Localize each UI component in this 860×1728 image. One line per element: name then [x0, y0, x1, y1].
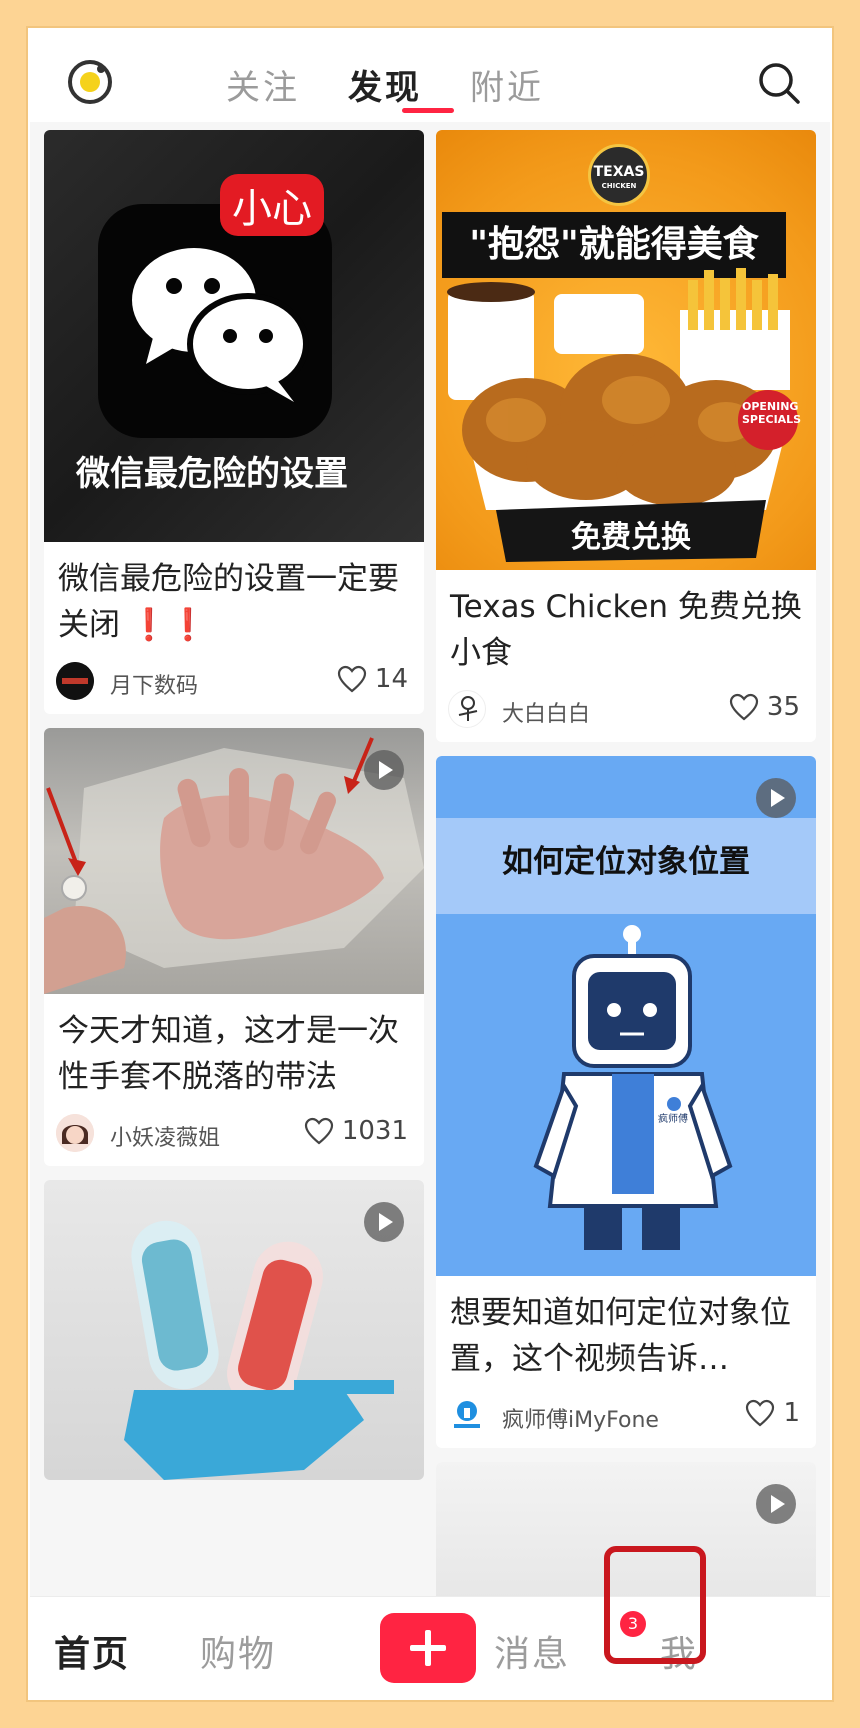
note-card[interactable]: 今天才知道，这才是一次性手套不脱落的带法 小妖凌薇姐 1031	[44, 728, 424, 1166]
note-footer: 疯师傅iMyFone 1	[436, 1382, 816, 1448]
author-name[interactable]: 大白白白	[502, 696, 590, 728]
note-title[interactable]: Texas Chicken 免费兑换小食	[436, 570, 816, 676]
note-cover-image[interactable]	[44, 1180, 424, 1480]
note-card[interactable]: 如何定位对象位置 疯师傅 想要知道如何定位对象位置，这个视频告诉… 疯师傅iMy…	[436, 756, 816, 1448]
warning-tag: 小心	[220, 174, 324, 236]
highlight-box	[604, 1546, 706, 1664]
avatar[interactable]	[448, 1396, 486, 1434]
phone-screen: 关注 发现 附近 小心 微信最危险的设置 微信最危险的设置一定要关闭 ❗❗ 月下…	[28, 28, 832, 1700]
video-play-icon	[364, 1202, 404, 1242]
like-count[interactable]: 1031	[304, 1116, 408, 1146]
avatar[interactable]	[56, 1114, 94, 1152]
note-title[interactable]: 今天才知道，这才是一次性手套不脱落的带法	[44, 994, 424, 1100]
note-cover-image[interactable]: TEXAS CHICKEN "抱怨"就能得美食 OPENING SPECIALS…	[436, 130, 816, 570]
note-card[interactable]	[44, 1180, 424, 1480]
note-cover-image[interactable]	[44, 728, 424, 994]
tab-discover[interactable]: 发现	[348, 60, 422, 109]
avatar[interactable]	[448, 690, 486, 728]
author-name[interactable]: 月下数码	[110, 668, 198, 700]
like-count-value: 14	[374, 664, 408, 694]
like-count[interactable]: 35	[729, 692, 800, 722]
heart-icon[interactable]	[745, 1399, 775, 1427]
nav-home[interactable]: 首页	[54, 1625, 130, 1677]
note-card[interactable]: TEXAS CHICKEN "抱怨"就能得美食 OPENING SPECIALS…	[436, 130, 816, 742]
nav-messages[interactable]: 消息	[494, 1625, 570, 1677]
search-icon[interactable]	[756, 60, 802, 106]
video-play-icon	[364, 750, 404, 790]
cover-tag: 免费兑换	[571, 520, 691, 555]
post-plus-button[interactable]	[380, 1613, 476, 1683]
author-name[interactable]: 疯师傅iMyFone	[502, 1402, 659, 1434]
like-count-value: 1031	[341, 1116, 408, 1146]
tab-nearby[interactable]: 附近	[470, 60, 544, 109]
video-play-icon	[756, 1484, 796, 1524]
like-count-value: 35	[766, 692, 800, 722]
note-title[interactable]: 想要知道如何定位对象位置，这个视频告诉…	[436, 1276, 816, 1382]
discover-feed[interactable]: 小心 微信最危险的设置 微信最危险的设置一定要关闭 ❗❗ 月下数码 14 今天才…	[44, 130, 820, 1596]
note-footer: 大白白白 35	[436, 676, 816, 742]
fried-chicken-photo	[447, 268, 798, 562]
cover-caption: 微信最危险的设置	[76, 454, 348, 494]
note-footer: 小妖凌薇姐 1031	[44, 1100, 424, 1166]
note-cover-image[interactable]: 如何定位对象位置 疯师傅	[436, 756, 816, 1276]
robot-mascot-illustration	[533, 925, 733, 1250]
note-title[interactable]: 微信最危险的设置一定要关闭 ❗❗	[44, 542, 424, 648]
bottom-nav: 首页 购物 消息 3 我	[30, 1596, 830, 1698]
author-name[interactable]: 小妖凌薇姐	[110, 1120, 220, 1152]
active-tab-indicator	[402, 108, 454, 113]
heart-icon[interactable]	[337, 665, 367, 693]
like-count[interactable]: 14	[337, 664, 408, 694]
note-cover-image[interactable]: 小心 微信最危险的设置	[44, 130, 424, 542]
opening-specials-sticker: OPENING SPECIALS	[742, 400, 802, 426]
feed-column-right: TEXAS CHICKEN "抱怨"就能得美食 OPENING SPECIALS…	[436, 130, 816, 1596]
nav-shop[interactable]: 购物	[200, 1625, 276, 1677]
like-count[interactable]: 1	[745, 1398, 800, 1428]
robot-badge: 疯师傅	[658, 1114, 688, 1125]
tab-follow[interactable]: 关注	[226, 60, 300, 109]
heart-icon[interactable]	[304, 1117, 334, 1145]
note-footer: 月下数码 14	[44, 648, 424, 714]
camera-logo-icon[interactable]	[66, 58, 114, 106]
video-play-icon	[756, 778, 796, 818]
heart-icon[interactable]	[729, 693, 759, 721]
feed-column-left: 小心 微信最危险的设置 微信最危险的设置一定要关闭 ❗❗ 月下数码 14 今天才…	[44, 130, 424, 1494]
avatar[interactable]	[56, 662, 94, 700]
wechat-app-icon	[98, 204, 332, 438]
top-bar: 关注 发现 附近	[30, 30, 830, 122]
like-count-value: 1	[783, 1398, 800, 1428]
note-card[interactable]: 小心 微信最危险的设置 微信最危险的设置一定要关闭 ❗❗ 月下数码 14	[44, 130, 424, 714]
